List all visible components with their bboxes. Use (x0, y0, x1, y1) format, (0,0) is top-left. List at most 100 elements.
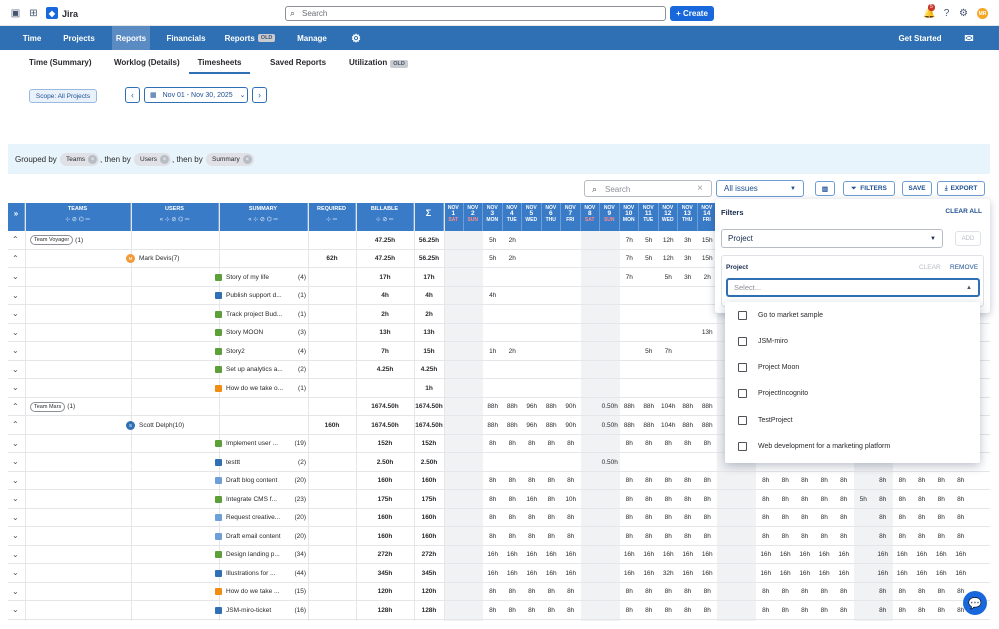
day-hours-cell[interactable]: 96h (522, 398, 542, 417)
day-hours-cell[interactable]: 8h (795, 472, 815, 491)
day-hours-cell[interactable] (698, 379, 718, 398)
expand-chevron-icon[interactable]: ⌄ (12, 328, 19, 337)
project-option[interactable]: Go to market sample (725, 302, 980, 328)
day-hours-cell[interactable] (444, 435, 464, 454)
jira-logo-icon[interactable]: ◆ (46, 7, 58, 19)
day-hours-cell[interactable]: 8h (639, 435, 659, 454)
day-hours-cell[interactable] (464, 398, 484, 417)
day-hours-cell[interactable] (444, 342, 464, 361)
day-hours-cell[interactable] (620, 324, 640, 343)
checkbox[interactable] (738, 336, 747, 346)
day-hours-cell[interactable] (678, 305, 698, 324)
day-hours-cell[interactable]: 8h (834, 509, 854, 528)
day-hours-cell[interactable]: 12h (659, 231, 679, 250)
prev-period-button[interactable]: ‹ (125, 87, 140, 103)
day-hours-cell[interactable]: 5h (854, 490, 874, 509)
column-header-summary[interactable]: SUMMARY « ⊹ ⊘ ⌬ ═ (219, 203, 308, 231)
day-hours-cell[interactable]: 8h (795, 490, 815, 509)
day-hours-cell[interactable]: 0.50h (600, 416, 620, 435)
day-hours-cell[interactable]: 8h (698, 435, 718, 454)
nav-projects[interactable]: Projects (58, 26, 100, 50)
day-hours-cell[interactable] (503, 453, 523, 472)
day-hours-cell[interactable] (444, 231, 464, 250)
day-hours-cell[interactable]: 16h (815, 546, 835, 565)
day-hours-cell[interactable]: 8h (815, 490, 835, 509)
day-hours-cell[interactable] (503, 379, 523, 398)
clear-search-icon[interactable]: × (697, 183, 703, 194)
project-option[interactable]: ProjectIncognito (725, 381, 980, 407)
day-hours-cell[interactable]: 88h (678, 398, 698, 417)
day-hours-cell[interactable]: 7h (620, 268, 640, 287)
remove-chip-icon[interactable]: × (242, 155, 252, 164)
day-hours-cell[interactable]: 8h (483, 435, 503, 454)
day-hours-cell[interactable] (854, 527, 874, 546)
day-hours-cell[interactable] (678, 287, 698, 306)
day-hours-cell[interactable] (854, 601, 874, 620)
day-hours-cell[interactable] (581, 435, 601, 454)
day-hours-cell[interactable] (522, 250, 542, 269)
day-hours-cell[interactable]: 16h (893, 564, 913, 583)
day-hours-cell[interactable]: 8h (815, 472, 835, 491)
day-hours-cell[interactable] (542, 250, 562, 269)
day-hours-cell[interactable] (464, 342, 484, 361)
issue-summary-link[interactable]: Track project Bud... (226, 311, 282, 318)
day-hours-cell[interactable]: 88h (542, 398, 562, 417)
expand-chevron-icon[interactable]: ⌄ (12, 457, 19, 466)
day-hours-cell[interactable]: 8h (756, 601, 776, 620)
day-hours-cell[interactable]: 8h (776, 509, 796, 528)
column-header-total[interactable]: Σ (414, 203, 444, 231)
global-search-input[interactable]: ⌕ Search (285, 6, 666, 21)
add-filter-button[interactable]: ADD (955, 231, 981, 246)
day-hours-cell[interactable] (561, 231, 581, 250)
day-hours-cell[interactable] (444, 324, 464, 343)
day-hours-cell[interactable] (659, 305, 679, 324)
day-hours-cell[interactable] (522, 453, 542, 472)
day-hours-cell[interactable]: 4h (483, 287, 503, 306)
day-hours-cell[interactable] (522, 361, 542, 380)
day-hours-cell[interactable]: 8h (815, 601, 835, 620)
day-hours-cell[interactable] (698, 453, 718, 472)
day-hours-cell[interactable] (542, 379, 562, 398)
day-hours-cell[interactable] (620, 287, 640, 306)
day-hours-cell[interactable] (678, 361, 698, 380)
collapse-chevron-icon[interactable]: ⌃ (12, 235, 19, 244)
day-hours-cell[interactable]: 13h (698, 324, 718, 343)
day-hours-cell[interactable]: 5h (483, 250, 503, 269)
day-hours-cell[interactable] (620, 453, 640, 472)
day-hours-cell[interactable]: 8h (893, 472, 913, 491)
day-hours-cell[interactable] (600, 379, 620, 398)
collapse-chevron-icon[interactable]: ⌃ (12, 402, 19, 411)
day-hours-cell[interactable]: 88h (503, 398, 523, 417)
expand-chevron-icon[interactable]: ⌄ (12, 291, 19, 300)
day-hours-cell[interactable]: 8h (776, 490, 796, 509)
user-avatar[interactable]: MR (977, 8, 988, 19)
day-hours-cell[interactable]: 8h (659, 435, 679, 454)
expand-all-header[interactable]: » (8, 203, 25, 231)
column-tools-icon[interactable]: ⊹ ═ (308, 216, 355, 223)
day-hours-cell[interactable]: 16h (932, 546, 952, 565)
column-header-required[interactable]: REQUIRED ⊹ ═ (308, 203, 356, 231)
day-hours-cell[interactable] (503, 361, 523, 380)
user-name[interactable]: Mark Devis (139, 255, 172, 262)
checkbox[interactable] (738, 442, 747, 451)
day-hours-cell[interactable]: 7h (620, 231, 640, 250)
nav-settings-gear-icon[interactable]: ⚙ (346, 26, 366, 50)
day-hours-cell[interactable]: 8h (815, 527, 835, 546)
day-hours-cell[interactable]: 16h (795, 546, 815, 565)
checkbox[interactable] (738, 389, 747, 399)
day-hours-cell[interactable] (854, 509, 874, 528)
issue-filter-select[interactable]: All issues ▼ (716, 180, 804, 197)
day-hours-cell[interactable]: 8h (776, 601, 796, 620)
issue-summary-link[interactable]: Story2 (226, 348, 245, 355)
day-hours-cell[interactable]: 8h (893, 509, 913, 528)
get-started-link[interactable]: Get Started (894, 26, 946, 50)
export-button[interactable]: ⤓ EXPORT (937, 181, 985, 196)
day-hours-cell[interactable] (581, 231, 601, 250)
day-hours-cell[interactable] (542, 305, 562, 324)
day-hours-cell[interactable] (659, 379, 679, 398)
day-hours-cell[interactable] (600, 305, 620, 324)
day-hours-cell[interactable]: 8h (912, 490, 932, 509)
day-hours-cell[interactable] (620, 342, 640, 361)
day-hours-cell[interactable]: 3h (678, 250, 698, 269)
day-hours-cell[interactable] (678, 453, 698, 472)
